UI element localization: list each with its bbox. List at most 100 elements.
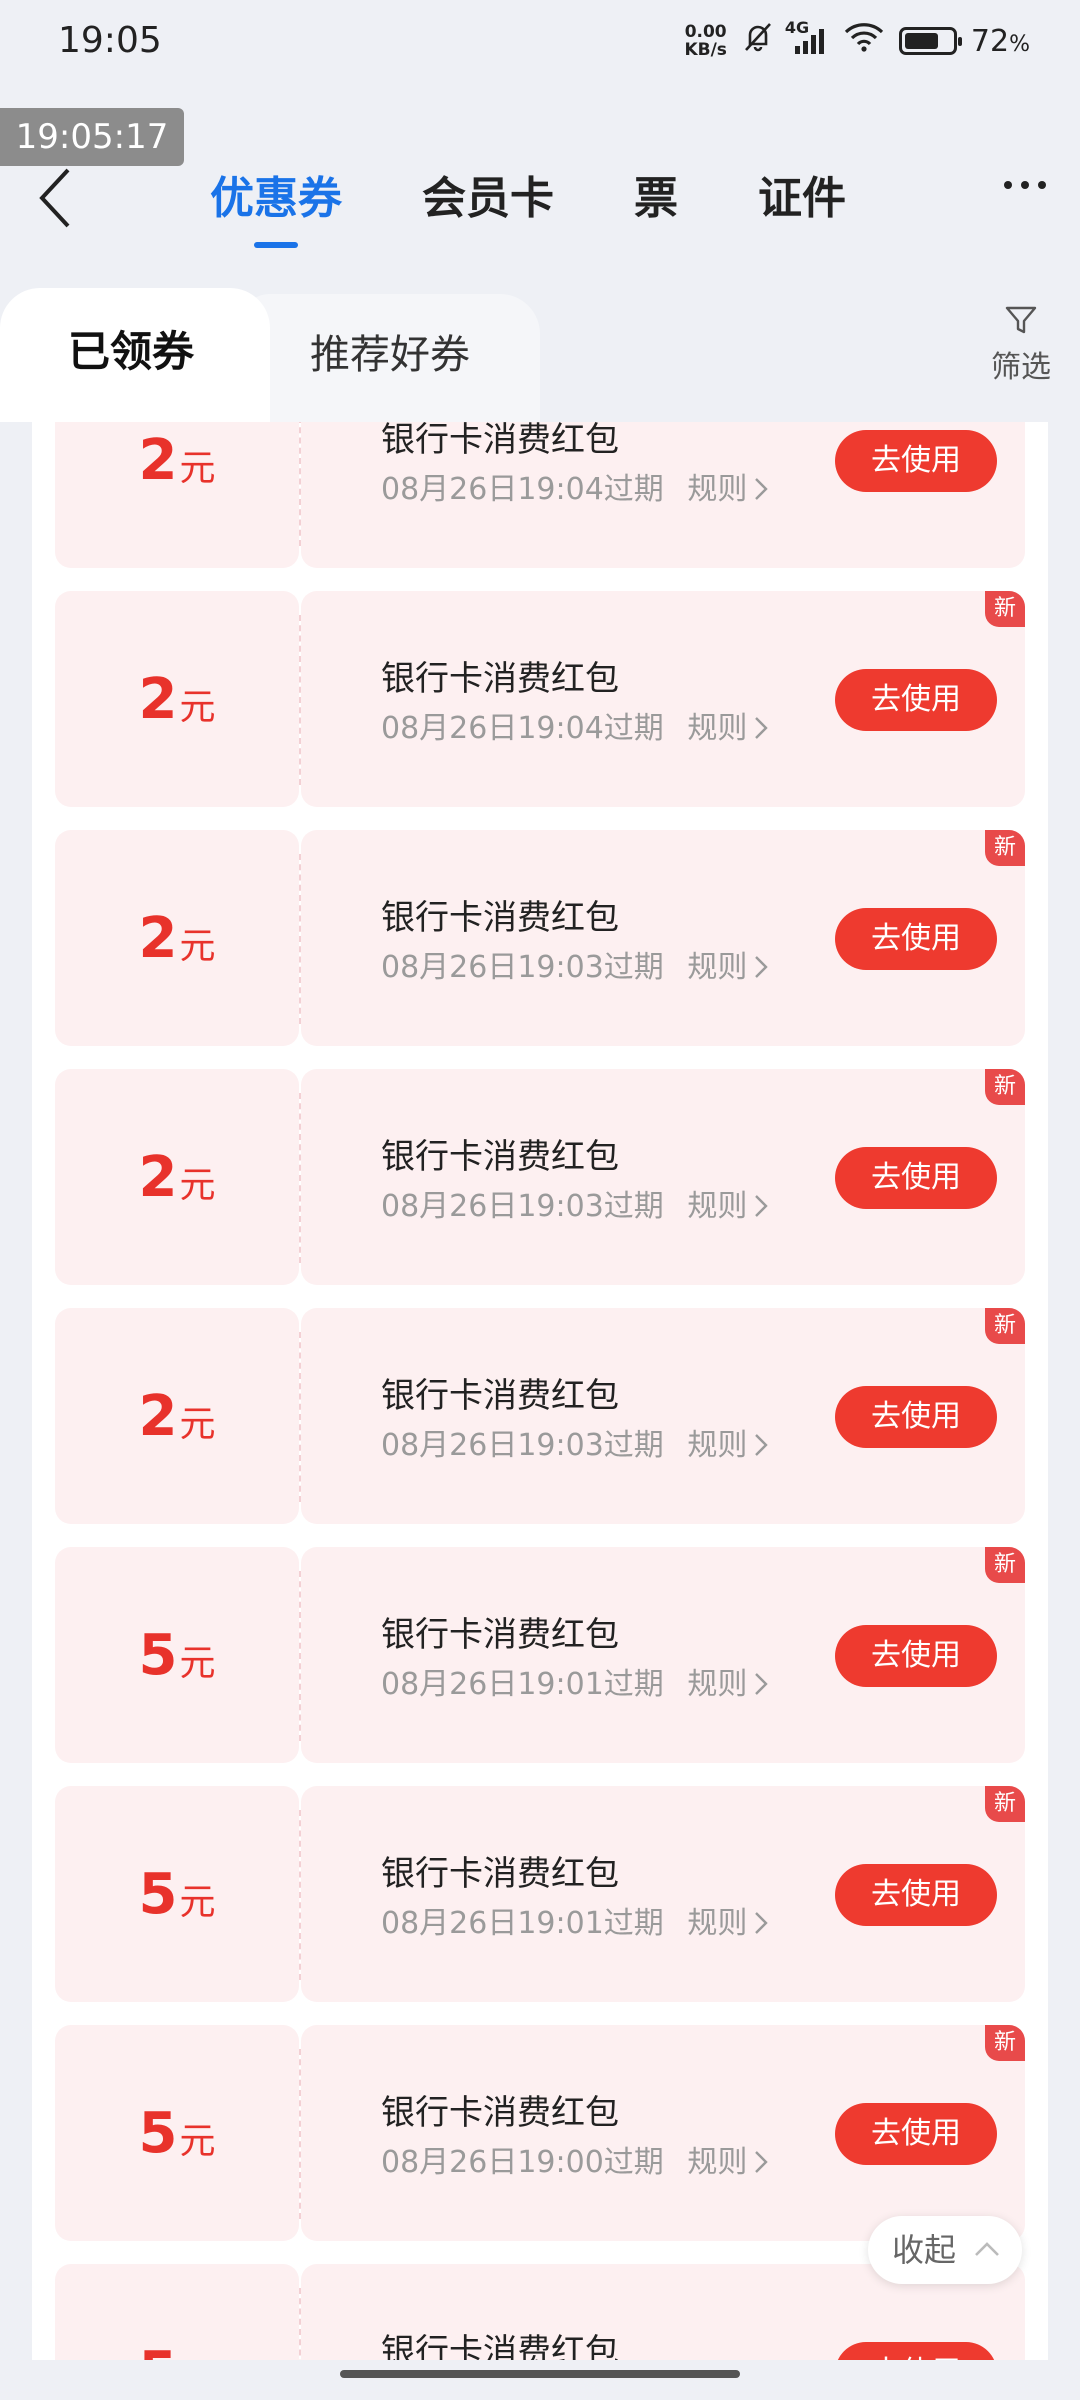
tab-membership-cards[interactable]: 会员卡: [422, 162, 554, 226]
coupon-expiry-row: 08月26日19:01过期 规则: [381, 1659, 769, 1703]
coupon-amount-unit: 元: [179, 687, 216, 728]
chevron-right-icon: [755, 2151, 769, 2173]
coupon-card[interactable]: 2 元 银行卡消费红包 08月26日19:03过期 规则 去使用 新: [55, 830, 1025, 1046]
coupon-divider: [299, 1332, 301, 1502]
coupon-divider: [299, 1093, 301, 1263]
coupon-list: 2 元 银行卡消费红包 08月26日19:04过期 规则 去使用 2 元 银行卡…: [55, 422, 1025, 2360]
coupon-card[interactable]: 5 元 银行卡消费红包 08月26日19:01过期 规则 去使用 新: [55, 1547, 1025, 1763]
coupon-rule-link[interactable]: 规则: [687, 950, 769, 985]
coupon-amount: 2 元: [55, 1069, 299, 1285]
chevron-right-icon: [755, 1434, 769, 1456]
coupon-amount: 2 元: [55, 422, 299, 568]
sub-tab-bar: 已领券 推荐好券 筛选: [0, 282, 1080, 422]
coupon-expiry-row: 08月26日19:03过期 规则: [381, 942, 769, 986]
coupon-title: 银行卡消费红包: [381, 1137, 619, 1177]
coupon-amount-unit: 元: [179, 926, 216, 967]
coupon-amount-value: 2: [138, 666, 178, 732]
coupon-content: 2 元 银行卡消费红包 08月26日19:04过期 规则 去使用 2 元 银行卡…: [0, 422, 1080, 2360]
coupon-expiry: 08月26日19:03过期: [381, 1189, 664, 1224]
coupon-rule-link[interactable]: 规则: [687, 2145, 769, 2180]
mute-icon: [741, 20, 775, 62]
use-coupon-button[interactable]: 去使用: [835, 669, 997, 731]
back-icon[interactable]: [28, 160, 88, 240]
coupon-title: 银行卡消费红包: [381, 2093, 619, 2133]
collapse-button[interactable]: 收起: [868, 2216, 1022, 2284]
filter-label: 筛选: [991, 350, 1051, 385]
new-badge: 新: [985, 1069, 1025, 1105]
chevron-right-icon: [755, 1673, 769, 1695]
coupon-card[interactable]: 5 元 银行卡消费红包 08月26日19:00过期 规则 去使用 新: [55, 2025, 1025, 2241]
coupon-amount-value: 2: [138, 1144, 178, 1210]
tab-coupons[interactable]: 优惠券: [210, 162, 342, 226]
tab-tickets[interactable]: 票: [634, 162, 678, 226]
coupon-expiry: 08月26日19:04过期: [381, 711, 664, 746]
battery-unit: %: [1009, 31, 1030, 57]
coupon-amount-unit: 元: [179, 1882, 216, 1923]
coupon-expiry: 08月26日19:03过期: [381, 950, 664, 985]
coupon-rule-link[interactable]: 规则: [687, 1189, 769, 1224]
coupon-expiry: 08月26日19:01过期: [381, 1667, 664, 1702]
coupon-expiry-row: 08月26日19:03过期 规则: [381, 1420, 769, 1464]
coupon-card[interactable]: 2 元 银行卡消费红包 08月26日19:04过期 规则 去使用: [55, 422, 1025, 568]
new-badge: 新: [985, 1547, 1025, 1583]
coupon-rule-link[interactable]: 规则: [687, 1667, 769, 1702]
coupon-expiry: 08月26日19:00过期: [381, 2145, 664, 2180]
new-badge: 新: [985, 591, 1025, 627]
coupon-card[interactable]: 2 元 银行卡消费红包 08月26日19:03过期 规则 去使用 新: [55, 1069, 1025, 1285]
coupon-amount-unit: 元: [179, 2351, 215, 2360]
coupon-expiry-row: 08月26日19:00过期 规则: [381, 2137, 769, 2181]
coupon-expiry: 08月26日19:03过期: [381, 1428, 664, 1463]
home-indicator: [340, 2370, 740, 2378]
coupon-card[interactable]: 5 元 银行卡消费红包 08月26日19:01过期 规则 去使用 新: [55, 1786, 1025, 2002]
network-type: 4G: [784, 18, 810, 37]
coupon-card[interactable]: 2 元 银行卡消费红包 08月26日19:04过期 规则 去使用 新: [55, 591, 1025, 807]
net-speed-unit: KB/s: [684, 40, 727, 60]
coupon-title: 银行卡消费红包: [381, 898, 619, 938]
coupon-card[interactable]: 2 元 银行卡消费红包 08月26日19:03过期 规则 去使用 新: [55, 1308, 1025, 1524]
coupon-title: 银行卡消费红包: [381, 1376, 619, 1416]
coupon-amount-unit: 元: [179, 1165, 216, 1206]
coupon-amount: 5 元: [55, 2025, 299, 2241]
battery-icon: [898, 27, 962, 55]
use-coupon-button[interactable]: 去使用: [835, 1625, 997, 1687]
coupon-amount-unit: 元: [179, 1404, 216, 1445]
collapse-label: 收起: [892, 2231, 957, 2269]
use-coupon-button[interactable]: 去使用: [835, 2342, 997, 2360]
tab-documents[interactable]: 证件: [758, 162, 846, 226]
use-coupon-button[interactable]: 去使用: [835, 1864, 997, 1926]
use-coupon-button[interactable]: 去使用: [835, 430, 997, 492]
status-bar: 19:05 0.00 KB/s 4G 72%: [0, 0, 1080, 90]
use-coupon-button[interactable]: 去使用: [835, 2103, 997, 2165]
coupon-amount: 2 元: [55, 1308, 299, 1524]
new-badge: 新: [985, 1308, 1025, 1344]
coupon-rule-label: 规则: [687, 1906, 748, 1941]
new-badge: 新: [985, 830, 1025, 866]
status-time: 19:05: [58, 20, 162, 61]
net-speed: 0.00 KB/s: [684, 23, 726, 59]
coupon-amount-value: 2: [138, 427, 178, 493]
coupon-rule-link[interactable]: 规则: [687, 1428, 769, 1463]
coupon-title: 银行卡消费红包: [381, 2332, 619, 2360]
filter-icon: [1005, 306, 1037, 334]
coupon-rule-label: 规则: [687, 2145, 748, 2180]
coupon-divider: [299, 1571, 301, 1741]
coupon-rule-label: 规则: [687, 472, 748, 507]
subtab-recommended[interactable]: 推荐好券: [310, 322, 470, 380]
coupon-title: 银行卡消费红包: [381, 1615, 619, 1655]
wifi-icon: [843, 21, 885, 61]
coupon-rule-link[interactable]: 规则: [687, 1906, 769, 1941]
coupon-amount-value: 5: [138, 1622, 178, 1688]
use-coupon-button[interactable]: 去使用: [835, 908, 997, 970]
use-coupon-button[interactable]: 去使用: [835, 1147, 997, 1209]
coupon-card[interactable]: 5 元 银行卡消费红包 08月26日19:00过期 规则 去使用: [55, 2264, 1025, 2360]
new-badge: 新: [985, 2025, 1025, 2061]
subtab-claimed-label[interactable]: 已领券: [68, 318, 194, 379]
coupon-amount-value: 2: [138, 905, 178, 971]
more-icon[interactable]: [1000, 170, 1050, 200]
filter-button[interactable]: 筛选: [986, 302, 1056, 386]
coupon-expiry: 08月26日19:04过期: [381, 472, 664, 507]
coupon-rule-link[interactable]: 规则: [687, 711, 769, 746]
use-coupon-button[interactable]: 去使用: [835, 1386, 997, 1448]
chevron-right-icon: [755, 717, 769, 739]
coupon-rule-link[interactable]: 规则: [687, 472, 769, 507]
